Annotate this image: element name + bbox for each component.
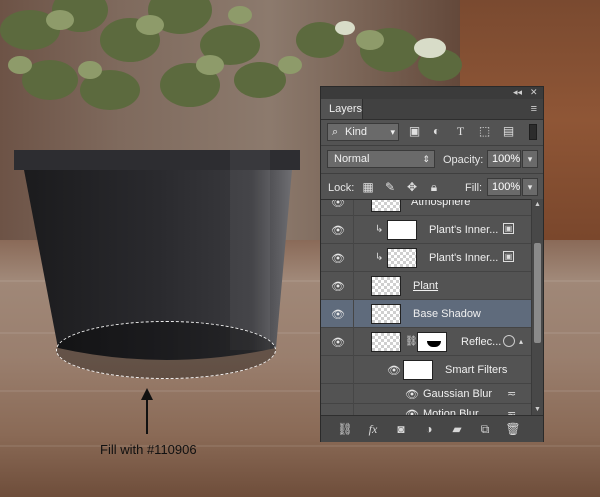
adjustment-layer-icon[interactable]: ◑ [421, 421, 437, 437]
image-filter-icon[interactable]: ▣ [407, 124, 422, 139]
blend-mode-dropdown[interactable]: Normal ⇕ [327, 150, 435, 168]
type-filter-icon[interactable]: T [453, 124, 468, 139]
opacity-field[interactable]: 100% [487, 150, 521, 168]
filter-name[interactable]: Gaussian Blur [423, 388, 492, 400]
link-layers-icon[interactable]: ⛓︎ [337, 421, 353, 437]
group-folder-icon[interactable]: ▰ [449, 421, 465, 437]
layers-list[interactable]: 👁︎ Atmosphere 👁︎ ↳ Plant's Inner... ▣ 👁︎… [321, 199, 531, 416]
layer-name[interactable]: Plant [413, 280, 438, 292]
layer-name[interactable]: Smart Filters [445, 364, 507, 376]
eye-icon[interactable]: 👁︎ [331, 336, 345, 349]
layer-thumbnail [371, 200, 401, 212]
blend-row: Normal ⇕ Opacity: 100% ▾ [321, 145, 543, 172]
layer-row[interactable]: 👁︎ ⛓︎ Reflec... ▴ [321, 328, 531, 356]
link-icon[interactable]: ⛓︎ [405, 336, 418, 347]
new-layer-icon[interactable]: ⧉ [477, 421, 493, 437]
updown-arrows-icon: ⇕ [422, 154, 430, 164]
smart-filters-mask-thumbnail [403, 360, 433, 380]
opacity-slider-toggle[interactable]: ▾ [522, 150, 538, 168]
opacity-label: Opacity: [443, 154, 484, 166]
search-icon: ⌕ [332, 126, 339, 138]
eye-icon[interactable]: 👁︎ [331, 200, 345, 209]
scroll-up-icon[interactable]: ▲ [534, 201, 541, 208]
eye-icon[interactable]: 👁︎ [331, 224, 345, 237]
layer-name[interactable]: Base Shadow [413, 308, 481, 320]
filter-toggle-switch[interactable] [529, 124, 537, 140]
layer-name[interactable]: Plant's Inner... [429, 224, 498, 236]
layer-row[interactable]: 👁︎ ↳ Plant's Inner... ▣ [321, 216, 531, 244]
eye-icon[interactable]: 👁︎ [331, 252, 345, 265]
smart-object-badge-icon: ▣ [503, 251, 514, 262]
panel-tab-strip: Layers ≡ [321, 99, 543, 120]
annotation-label: Fill with #110906 [100, 442, 197, 457]
eye-icon[interactable]: 👁︎ [331, 280, 345, 293]
clipping-arrow-icon: ↳ [375, 224, 384, 235]
layer-name[interactable]: Reflec... [461, 336, 501, 348]
filter-blending-options-icon[interactable]: ≂ [507, 387, 516, 400]
layer-thumbnail [371, 276, 401, 296]
blend-mode-value: Normal [334, 153, 370, 165]
filter-kind-label: Kind [345, 126, 368, 138]
smart-filter-indicator-icon [503, 335, 515, 347]
layer-filter-row: ⌕ Kind ▾ ▣ ◐ T ⬚ ▤ [321, 120, 543, 144]
lock-image-pixels-icon[interactable]: ✎ [383, 180, 397, 194]
clipping-arrow-icon: ↳ [375, 252, 384, 263]
layers-panel: ◂◂ ✕ Layers ≡ ⌕ Kind ▾ ▣ ◐ T ⬚ ▤ Normal … [320, 86, 544, 442]
trash-icon[interactable]: 🗑︎ [505, 421, 521, 437]
shape-filter-icon[interactable]: ⬚ [477, 124, 492, 139]
smart-object-badge-icon: ▣ [503, 223, 514, 234]
filter-row[interactable]: 👁︎ Gaussian Blur ≂ [321, 384, 531, 412]
lock-all-icon[interactable]: 🔒︎ [427, 180, 441, 194]
smart-object-filter-icon[interactable]: ▤ [501, 124, 516, 139]
ellipse-marquee-selection[interactable] [56, 321, 276, 379]
collapse-panel-icon[interactable]: ◂◂ [513, 87, 522, 98]
lock-label: Lock: [328, 182, 355, 194]
layer-thumbnail [387, 248, 417, 268]
add-mask-icon[interactable]: ◙ [393, 421, 409, 437]
lock-position-icon[interactable]: ✥ [405, 180, 419, 194]
lock-transparent-pixels-icon[interactable]: ▦ [361, 180, 375, 194]
fx-icon[interactable]: fx [365, 421, 381, 437]
panel-title-bar[interactable]: ◂◂ ✕ [321, 87, 543, 99]
up-arrow-icon [141, 388, 153, 434]
layer-thumbnail [371, 332, 401, 352]
eye-icon[interactable]: 👁︎ [331, 308, 345, 321]
chevron-down-icon: ▾ [390, 127, 395, 137]
layer-thumbnail [371, 304, 401, 324]
eye-icon[interactable]: 👁︎ [387, 364, 401, 377]
adjustment-filter-icon[interactable]: ◐ [429, 124, 444, 139]
layers-scrollbar[interactable]: ▲ ▼ [531, 199, 543, 415]
close-panel-icon[interactable]: ✕ [530, 87, 538, 98]
tab-layers[interactable]: Layers [321, 99, 363, 119]
layer-thumbnail [387, 220, 417, 240]
layer-row[interactable]: 👁︎ Atmosphere [321, 200, 531, 216]
fill-field[interactable]: 100% [487, 178, 521, 196]
panel-footer-toolbar: ⛓︎ fx ◙ ◑ ▰ ⧉ 🗑︎ [321, 415, 543, 442]
filter-kind-dropdown[interactable]: ⌕ Kind ▾ [327, 123, 399, 141]
layer-row[interactable]: 👁︎ ↳ Plant's Inner... ▣ [321, 244, 531, 272]
scroll-down-icon[interactable]: ▼ [534, 406, 541, 413]
scrollbar-thumb[interactable] [534, 243, 541, 343]
layer-row[interactable]: 👁︎ Plant [321, 272, 531, 300]
lock-row: Lock: ▦ ✎ ✥ 🔒︎ Fill: 100% ▾ [321, 173, 543, 200]
layer-name[interactable]: Plant's Inner... [429, 252, 498, 264]
fill-slider-toggle[interactable]: ▾ [522, 178, 538, 196]
eye-icon[interactable]: 👁︎ [405, 388, 419, 401]
layer-row-selected[interactable]: 👁︎ Base Shadow [321, 300, 531, 328]
layer-name[interactable]: Atmosphere [411, 200, 470, 208]
layer-mask-thumbnail[interactable] [417, 332, 447, 352]
panel-menu-icon[interactable]: ≡ [531, 103, 537, 115]
layer-row[interactable]: 👁︎ Smart Filters [321, 356, 531, 384]
fill-label: Fill: [465, 182, 483, 194]
collapse-triangle-icon[interactable]: ▴ [519, 337, 523, 346]
